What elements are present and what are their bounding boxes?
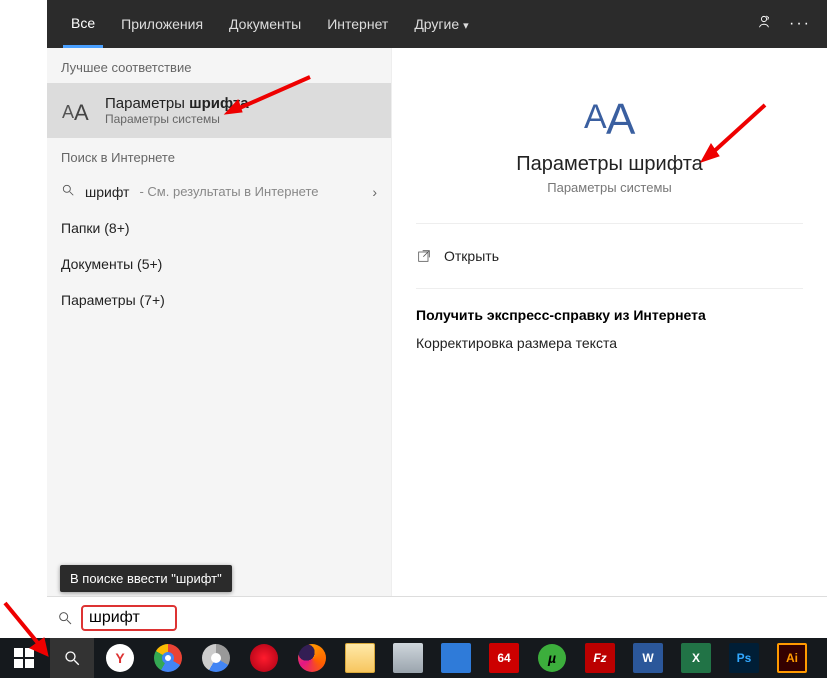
utorrent-icon: µ	[538, 644, 566, 672]
taskbar: Y 64 µ Fz W X Ps Ai	[0, 638, 827, 678]
tab-apps[interactable]: Приложения	[113, 0, 211, 48]
opera-icon	[250, 644, 278, 672]
category-settings[interactable]: Параметры (7+)	[47, 282, 391, 318]
taskbar-yandex[interactable]: Y	[98, 638, 142, 678]
search-input-highlight	[81, 605, 177, 631]
tab-more[interactable]: Другие	[406, 0, 476, 48]
web-search-query: шрифт	[85, 184, 129, 200]
chevron-right-icon: ›	[372, 184, 377, 200]
web-search-hint: - См. результаты в Интернете	[139, 184, 318, 199]
open-action[interactable]: Открыть	[416, 238, 803, 274]
taskbar-explorer[interactable]	[338, 638, 382, 678]
svg-text:A: A	[606, 95, 636, 140]
best-match-item[interactable]: AA Параметры шрифта Параметры системы	[47, 83, 391, 138]
instruction-tooltip: В поиске ввести "шрифт"	[60, 565, 232, 592]
excel-icon: X	[681, 643, 711, 673]
help-section-title: Получить экспресс-справку из Интернета	[416, 307, 803, 323]
taskbar-excel[interactable]: X	[674, 638, 718, 678]
taskbar-illustrator[interactable]: Ai	[770, 638, 814, 678]
open-icon	[416, 248, 432, 264]
open-label: Открыть	[444, 248, 499, 264]
chrome-icon	[154, 644, 182, 672]
detail-title: Параметры шрифта	[416, 153, 803, 176]
svg-text:A: A	[62, 102, 74, 122]
svg-text:A: A	[74, 100, 89, 124]
search-header: Все Приложения Документы Интернет Другие…	[47, 0, 827, 48]
detail-icon: AA	[416, 90, 803, 145]
web-search-item[interactable]: шрифт - См. результаты в Интернете ›	[47, 173, 391, 210]
start-button[interactable]	[2, 638, 46, 678]
divider	[416, 223, 803, 224]
taskbar-irfanview[interactable]: 64	[482, 638, 526, 678]
app-icon	[441, 643, 471, 673]
taskbar-chrome[interactable]	[146, 638, 190, 678]
taskbar-chrome-canary[interactable]	[194, 638, 238, 678]
search-input[interactable]	[89, 609, 169, 627]
windows-logo-icon	[14, 648, 34, 668]
best-match-title: Параметры шрифта	[105, 95, 249, 112]
help-link[interactable]: Корректировка размера текста	[416, 335, 803, 351]
taskbar-search-button[interactable]	[50, 638, 94, 678]
result-detail: AA Параметры шрифта Параметры системы От…	[391, 48, 827, 597]
tab-all[interactable]: Все	[63, 0, 103, 48]
tab-documents[interactable]: Документы	[221, 0, 309, 48]
search-icon	[61, 183, 75, 200]
best-match-label: Лучшее соответствие	[47, 48, 391, 83]
taskbar-utorrent[interactable]: µ	[530, 638, 574, 678]
taskbar-opera[interactable]	[242, 638, 286, 678]
word-icon: W	[633, 643, 663, 673]
taskbar-word[interactable]: W	[626, 638, 670, 678]
taskbar-photoshop[interactable]: Ps	[722, 638, 766, 678]
search-icon	[63, 649, 81, 667]
feedback-icon[interactable]	[755, 13, 773, 36]
results-list: Лучшее соответствие AA Параметры шрифта …	[47, 48, 391, 597]
filezilla-icon: Fz	[585, 643, 615, 673]
illustrator-icon: Ai	[777, 643, 807, 673]
irfanview-icon: 64	[489, 643, 519, 673]
options-button[interactable]: ···	[789, 15, 811, 33]
taskbar-filezilla[interactable]: Fz	[578, 638, 622, 678]
detail-subtitle: Параметры системы	[416, 180, 803, 195]
taskbar-app-blue[interactable]	[434, 638, 478, 678]
folder-icon	[345, 643, 375, 673]
category-folders[interactable]: Папки (8+)	[47, 210, 391, 246]
firefox-icon	[298, 644, 326, 672]
best-match-subtitle: Параметры системы	[105, 112, 249, 126]
tab-web[interactable]: Интернет	[319, 0, 396, 48]
photoshop-icon: Ps	[729, 643, 759, 673]
svg-text:A: A	[584, 98, 607, 136]
taskbar-app-gray[interactable]	[386, 638, 430, 678]
search-results-panel: Лучшее соответствие AA Параметры шрифта …	[47, 48, 827, 597]
divider	[416, 288, 803, 289]
web-search-label: Поиск в Интернете	[47, 138, 391, 173]
taskbar-firefox[interactable]	[290, 638, 334, 678]
yandex-icon: Y	[106, 644, 134, 672]
font-settings-icon: AA	[61, 97, 93, 125]
chrome-canary-icon	[202, 644, 230, 672]
category-documents[interactable]: Документы (5+)	[47, 246, 391, 282]
app-icon	[393, 643, 423, 673]
chevron-down-icon	[463, 16, 469, 32]
tab-more-label: Другие	[414, 16, 459, 32]
search-bar	[47, 596, 827, 638]
search-icon	[57, 610, 73, 626]
